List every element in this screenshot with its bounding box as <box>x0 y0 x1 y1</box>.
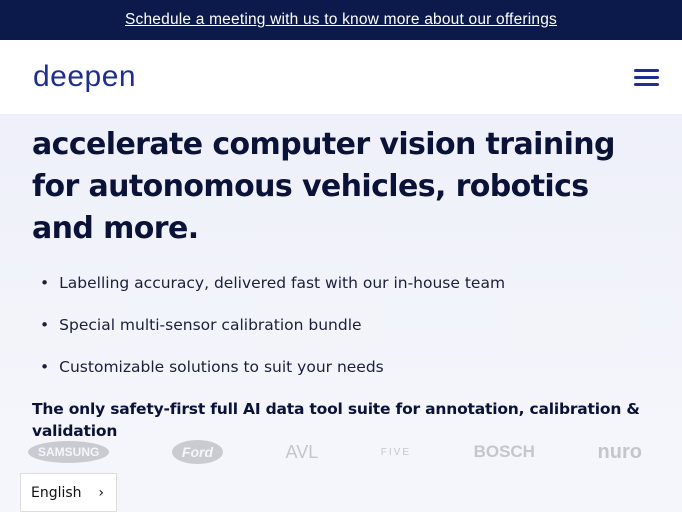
schedule-meeting-link[interactable]: Schedule a meeting with us to know more … <box>125 11 557 29</box>
chevron-right-icon: › <box>98 484 104 501</box>
list-item: Labelling accuracy, delivered fast with … <box>32 262 650 304</box>
list-item: Special multi-sensor calibration bundle <box>32 304 650 346</box>
ford-logo: Ford <box>171 440 223 464</box>
headline: accelerate computer vision training for … <box>32 127 616 246</box>
header: deepen <box>0 40 682 114</box>
client-logos: SAMSUNG Ford AVL FIVE BOSCH nuro <box>28 440 642 464</box>
hamburger-icon[interactable] <box>634 68 659 86</box>
bosch-logo: BOSCH <box>473 442 535 461</box>
language-selector[interactable]: English › <box>20 473 117 512</box>
tagline: The only safety-first full AI data tool … <box>32 400 640 440</box>
hero: accelerate computer vision training for … <box>0 114 682 442</box>
logo[interactable]: deepen <box>33 60 136 94</box>
feature-list: Labelling accuracy, delivered fast with … <box>32 262 650 388</box>
nuro-logo: nuro <box>597 440 642 463</box>
announcement-banner: Schedule a meeting with us to know more … <box>0 0 682 40</box>
samsung-logo: SAMSUNG <box>28 441 110 463</box>
language-label: English <box>31 484 82 501</box>
list-item: Customizable solutions to suit your need… <box>32 346 650 388</box>
avl-logo: AVL <box>285 441 319 462</box>
five-logo: FIVE <box>380 446 412 458</box>
